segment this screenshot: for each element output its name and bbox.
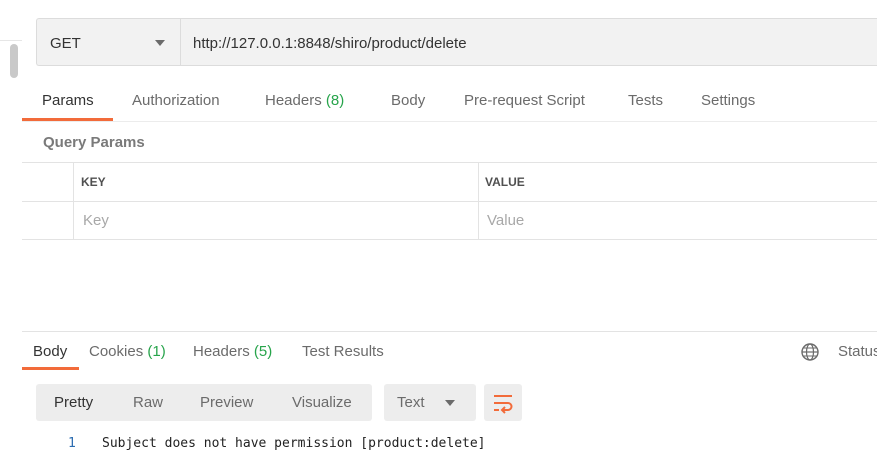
row-divider (22, 201, 877, 202)
tab-label: Tests (628, 92, 664, 109)
tab-settings[interactable]: Settings (701, 92, 755, 109)
response-tab-test-results[interactable]: Test Results (302, 343, 384, 360)
format-label: Text (397, 394, 425, 411)
left-panel-edge (0, 0, 22, 476)
url-value: http://127.0.0.1:8848/shiro/product/dele… (193, 35, 467, 52)
value-input[interactable]: Value (487, 212, 524, 229)
tab-label: Headers (265, 92, 322, 109)
column-header-key: KEY (81, 175, 106, 189)
tab-label: Body (391, 92, 426, 109)
panel-divider (0, 40, 22, 41)
scrollbar-thumb[interactable] (10, 44, 18, 78)
tab-tests[interactable]: Tests (628, 92, 663, 109)
tab-label: Cookies (89, 343, 144, 360)
tab-label: Body (33, 343, 68, 360)
method-label: GET (50, 35, 81, 52)
wrap-lines-icon (494, 395, 513, 414)
query-params-title: Query Params (43, 134, 145, 151)
view-visualize-button[interactable]: Visualize (292, 394, 352, 411)
response-body-line: Subject does not have permission [produc… (102, 436, 486, 451)
tab-divider (22, 121, 877, 122)
response-tab-body[interactable]: Body (33, 343, 67, 360)
tab-label: Authorization (132, 92, 220, 109)
tab-label: Headers (193, 343, 250, 360)
status-label: Status (838, 343, 877, 360)
column-header-value: VALUE (485, 175, 525, 189)
tab-label: Test Results (302, 343, 384, 360)
view-raw-button[interactable]: Raw (133, 394, 163, 411)
view-pretty-button[interactable]: Pretty (54, 394, 93, 411)
tab-label: Params (42, 92, 94, 109)
tab-body[interactable]: Body (391, 92, 425, 109)
tab-count: (1) (147, 343, 166, 360)
tab-authorization[interactable]: Authorization (132, 92, 220, 109)
chevron-down-icon (155, 40, 165, 46)
key-input[interactable]: Key (83, 212, 109, 229)
tab-pre-request-script[interactable]: Pre-request Script (464, 92, 585, 109)
url-input[interactable]: http://127.0.0.1:8848/shiro/product/dele… (180, 18, 877, 66)
tab-label: Pre-request Script (464, 92, 585, 109)
chevron-down-icon (445, 400, 455, 406)
response-divider[interactable] (22, 331, 877, 332)
tab-label: Settings (701, 92, 756, 109)
globe-icon[interactable] (800, 342, 820, 362)
method-select[interactable]: GET (36, 18, 180, 66)
line-number: 1 (68, 436, 76, 451)
tab-params[interactable]: Params (42, 92, 94, 109)
tab-count: (5) (253, 343, 273, 360)
response-tab-cookies[interactable]: Cookies (1) (89, 343, 166, 360)
params-table: KEY VALUE Key Value (22, 162, 877, 240)
tab-count: (8) (325, 92, 345, 109)
tab-headers[interactable]: Headers (8) (265, 92, 344, 109)
view-preview-button[interactable]: Preview (200, 394, 253, 411)
response-tab-headers[interactable]: Headers (5) (193, 343, 272, 360)
active-tab-indicator (22, 367, 79, 370)
wrap-lines-button[interactable] (484, 384, 522, 421)
view-mode-group: Pretty Raw Preview Visualize (36, 384, 372, 421)
format-select[interactable]: Text (384, 384, 476, 421)
